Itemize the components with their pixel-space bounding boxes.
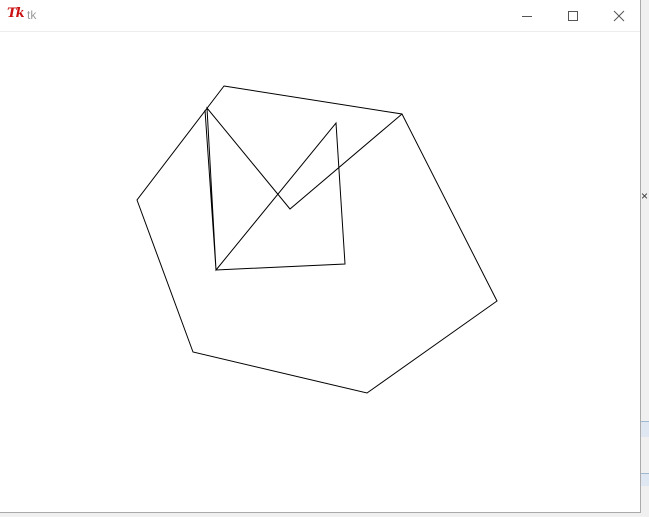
- tk-feather-icon: Tk: [7, 6, 25, 21]
- title-bar[interactable]: Tk tk: [0, 0, 640, 32]
- drawing-canvas[interactable]: [0, 32, 640, 512]
- window-title: tk: [27, 8, 37, 22]
- minimize-button[interactable]: [504, 0, 550, 31]
- inner-figure-shape: [204, 106, 403, 272]
- background-window-strip: [641, 473, 649, 486]
- tk-window: Tk tk: [0, 0, 641, 513]
- hexagon-shape: [136, 85, 498, 394]
- close-icon: [613, 10, 625, 21]
- maximize-icon: [568, 10, 578, 21]
- maximize-button[interactable]: [550, 0, 596, 31]
- minimize-icon: [522, 15, 532, 17]
- background-window-close-glyph: ×: [641, 189, 649, 203]
- close-button[interactable]: [596, 0, 642, 31]
- background-window-strip: [641, 421, 649, 437]
- canvas-drawing: [136, 85, 498, 394]
